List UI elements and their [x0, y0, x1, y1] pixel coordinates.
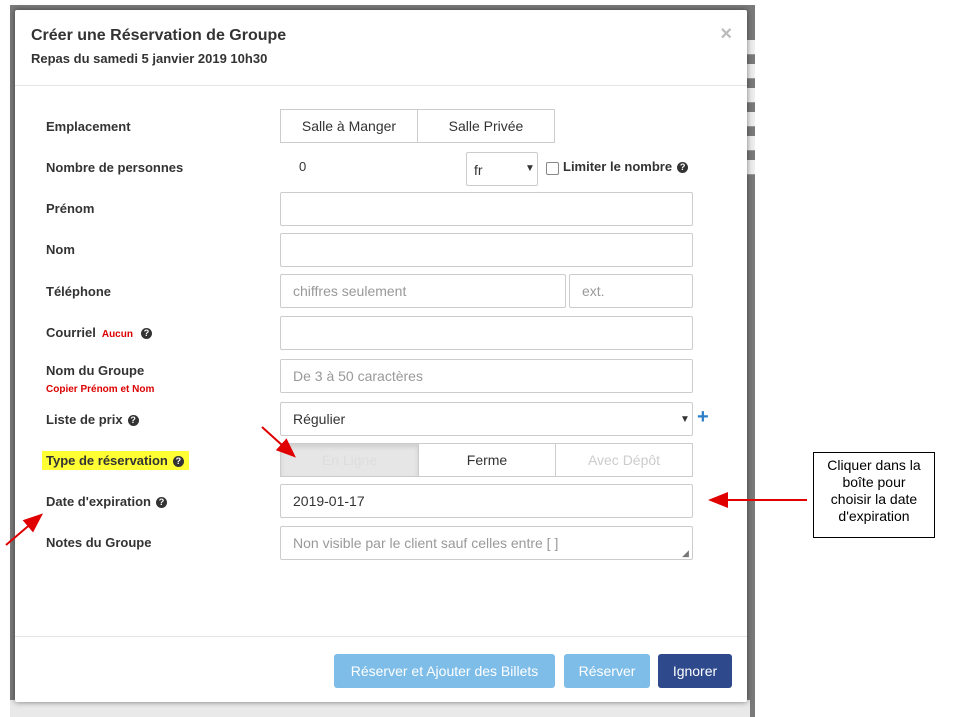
arrow-to-expiration-label: [5, 513, 44, 546]
arrow-to-en-ligne: [261, 426, 296, 458]
annotation-arrows: [5, 426, 807, 546]
